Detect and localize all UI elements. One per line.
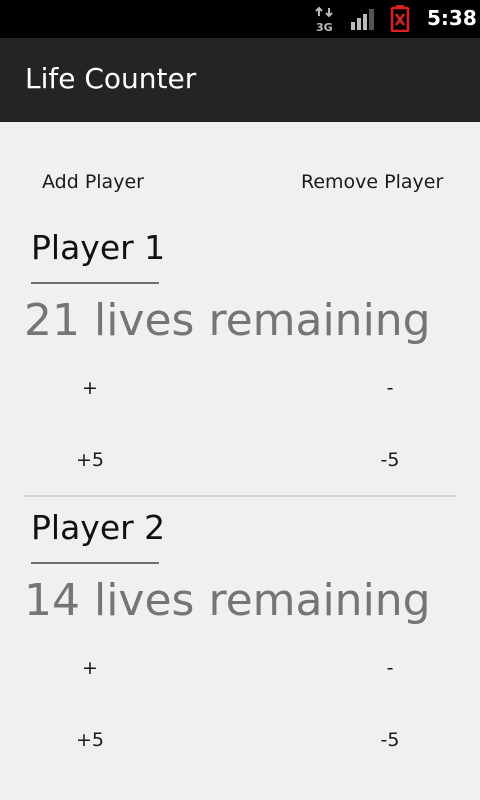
plus-one-button[interactable]: + <box>60 657 120 679</box>
player-name-underline <box>31 282 159 284</box>
lives-remaining-text: 21 lives remaining <box>24 295 431 346</box>
minus-one-button[interactable]: - <box>360 657 420 679</box>
player-divider <box>24 495 456 497</box>
minus-five-button[interactable]: -5 <box>360 729 420 751</box>
app-title: Life Counter <box>25 62 197 95</box>
status-time: 5:38 <box>427 6 477 30</box>
lives-remaining-text: 14 lives remaining <box>24 575 431 626</box>
player-name-underline <box>31 562 159 564</box>
add-player-button[interactable]: Add Player <box>42 171 144 193</box>
signal-strength-icon <box>351 9 374 30</box>
plus-five-button[interactable]: +5 <box>60 729 120 751</box>
minus-one-button[interactable]: - <box>360 377 420 399</box>
remove-player-button[interactable]: Remove Player <box>301 171 443 193</box>
battery-low-icon <box>390 5 410 32</box>
network-3g-icon: 3G <box>315 6 333 32</box>
player-name-field[interactable]: Player 2 <box>31 508 165 547</box>
status-bar: 3G 5:38 <box>0 0 480 38</box>
plus-one-button[interactable]: + <box>60 377 120 399</box>
plus-five-button[interactable]: +5 <box>60 449 120 471</box>
svg-text:3G: 3G <box>316 21 333 32</box>
app-bar: Life Counter <box>0 38 480 122</box>
player-name-field[interactable]: Player 1 <box>31 228 165 267</box>
minus-five-button[interactable]: -5 <box>360 449 420 471</box>
